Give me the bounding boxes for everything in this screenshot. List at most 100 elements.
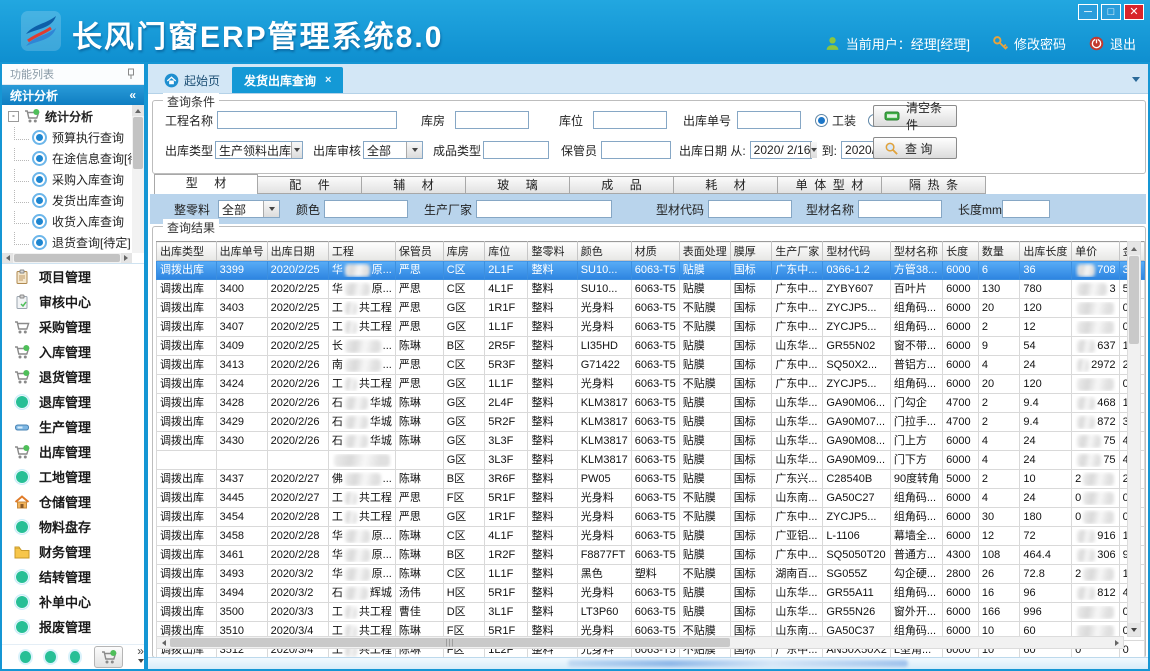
table-cell[interactable]: 门下方 [890, 451, 942, 470]
table-cell[interactable]: 广东兴... [772, 470, 823, 489]
audit-select[interactable]: 全部 [363, 141, 423, 159]
table-cell[interactable]: 3424 [216, 375, 267, 394]
table-row[interactable]: 调拨出库34242020/2/26工共工程严思G区1L1F整料光身料6063-T… [157, 375, 1145, 394]
table-cell[interactable]: 调拨出库 [157, 261, 217, 280]
table-cell[interactable]: 4L1F [485, 280, 528, 299]
table-cell[interactable]: 24 [1020, 432, 1072, 451]
table-cell[interactable]: 2R5F [485, 337, 528, 356]
table-cell[interactable]: 组角码... [890, 489, 942, 508]
table-cell[interactable]: 百叶片 [890, 280, 942, 299]
table-cell[interactable]: 5R2F [485, 413, 528, 432]
table-cell[interactable]: 调拨出库 [157, 337, 217, 356]
tab-home[interactable]: 起始页 [152, 67, 232, 93]
table-cell[interactable]: 调拨出库 [157, 603, 217, 622]
table-cell[interactable]: 3 [1072, 280, 1119, 299]
sidebar-item-5[interactable]: 退库管理 [2, 389, 144, 414]
table-cell[interactable]: 陈琳 [395, 413, 443, 432]
table-cell[interactable]: 整料 [528, 470, 577, 489]
table-cell[interactable] [1072, 375, 1119, 394]
table-cell[interactable]: SG055Z [823, 565, 891, 584]
date-from-select[interactable]: 2020/ 2/16 [750, 141, 812, 159]
table-cell[interactable]: SU10... [577, 261, 631, 280]
tab-shipment-query[interactable]: 发货出库查询 × [232, 67, 343, 93]
table-cell[interactable]: 75 [1072, 432, 1119, 451]
table-cell[interactable]: 光身料 [577, 489, 631, 508]
table-cell[interactable] [1072, 299, 1119, 318]
material-tab-5[interactable]: 耗 材 [674, 176, 778, 194]
table-cell[interactable] [267, 451, 328, 470]
table-cell[interactable]: G区 [443, 375, 485, 394]
table-cell[interactable]: 门勾企 [890, 394, 942, 413]
tree-hscrollbar[interactable] [2, 253, 132, 263]
change-password-button[interactable]: 修改密码 [992, 34, 1066, 53]
table-cell[interactable]: 华原... [328, 546, 395, 565]
table-cell[interactable]: 陈琳 [395, 565, 443, 584]
table-cell[interactable]: 组角码... [890, 299, 942, 318]
table-cell[interactable]: 工共工程 [328, 508, 395, 527]
table-row[interactable]: 调拨出库35002020/3/3工共工程曹佳D区3L1F整料LT3P606063… [157, 603, 1145, 622]
table-cell[interactable]: 国标 [730, 470, 772, 489]
table-cell[interactable]: 637 [1072, 337, 1119, 356]
table-cell[interactable]: 3429 [216, 413, 267, 432]
table-cell[interactable]: 石华城 [328, 432, 395, 451]
column-header[interactable]: 颜色 [577, 242, 631, 261]
table-cell[interactable]: 3458 [216, 527, 267, 546]
table-row[interactable]: 调拨出库34002020/2/25华原...严思C区4L1F整料SU10...6… [157, 280, 1145, 299]
table-cell[interactable]: 国标 [730, 261, 772, 280]
table-cell[interactable]: 3494 [216, 584, 267, 603]
table-cell[interactable]: 整料 [528, 565, 577, 584]
table-cell[interactable]: 916 [1072, 527, 1119, 546]
table-cell[interactable]: 6000 [943, 318, 979, 337]
table-cell[interactable]: 贴膜 [679, 603, 730, 622]
table-cell[interactable]: 6063-T5 [631, 280, 679, 299]
table-cell[interactable]: 120 [1020, 299, 1072, 318]
table-cell[interactable]: 国标 [730, 375, 772, 394]
table-cell[interactable]: 工共工程 [328, 375, 395, 394]
table-cell[interactable]: 5R1F [485, 584, 528, 603]
table-cell[interactable]: 1L1F [485, 375, 528, 394]
table-cell[interactable]: 3399 [216, 261, 267, 280]
table-cell[interactable]: 整料 [528, 375, 577, 394]
table-cell[interactable]: 山东华... [772, 337, 823, 356]
column-header[interactable]: 出库长度 [1020, 242, 1072, 261]
table-row[interactable]: 调拨出库34372020/2/27佛...陈琳B区3R6F整料PW056063-… [157, 470, 1145, 489]
table-cell[interactable]: 6063-T5 [631, 489, 679, 508]
table-cell[interactable]: H区 [443, 584, 485, 603]
table-cell[interactable]: 108 [978, 546, 1020, 565]
tree-root[interactable]: - 统计分析 [2, 105, 144, 127]
table-cell[interactable]: 2020/2/25 [267, 318, 328, 337]
sidebar-item-14[interactable]: 报废管理 [2, 614, 144, 639]
table-cell[interactable]: 5000 [943, 470, 979, 489]
table-cell[interactable]: D区 [443, 603, 485, 622]
table-cell[interactable] [216, 451, 267, 470]
table-cell[interactable]: 严思 [395, 299, 443, 318]
tree-item[interactable]: 收货入库查询 [2, 211, 144, 232]
tree-item[interactable]: 预算执行查询 [2, 127, 144, 148]
table-cell[interactable]: 国标 [730, 299, 772, 318]
table-cell[interactable]: 6000 [943, 451, 979, 470]
table-row[interactable]: 调拨出库34032020/2/25工共工程严思G区1R1F整料光身料6063-T… [157, 299, 1145, 318]
table-cell[interactable]: 国标 [730, 527, 772, 546]
table-cell[interactable]: 3500 [216, 603, 267, 622]
table-cell[interactable]: 贴膜 [679, 451, 730, 470]
table-cell[interactable]: 调拨出库 [157, 565, 217, 584]
table-cell[interactable]: 门拉手... [890, 413, 942, 432]
table-cell[interactable]: 陈琳 [395, 470, 443, 489]
table-cell[interactable]: G区 [443, 508, 485, 527]
table-cell[interactable]: 不贴膜 [679, 508, 730, 527]
table-cell[interactable]: 山东华... [772, 584, 823, 603]
table-row[interactable]: 调拨出库34452020/2/27工共工程严思F区5R1F整料光身料6063-T… [157, 489, 1145, 508]
table-cell[interactable]: C区 [443, 565, 485, 584]
table-cell[interactable]: 6000 [943, 337, 979, 356]
table-cell[interactable]: 整料 [528, 508, 577, 527]
table-cell[interactable]: 3R6F [485, 470, 528, 489]
table-cell[interactable]: 华原... [328, 280, 395, 299]
warehouse-input[interactable] [455, 111, 529, 129]
table-cell[interactable]: 整料 [528, 280, 577, 299]
table-cell[interactable]: 贴膜 [679, 584, 730, 603]
tree-item[interactable]: 采购入库查询 [2, 169, 144, 190]
table-cell[interactable]: ZYBY607 [823, 280, 891, 299]
material-tab-0[interactable]: 型 材 [154, 174, 258, 194]
table-cell[interactable]: 1L1F [485, 318, 528, 337]
table-cell[interactable]: 组角码... [890, 584, 942, 603]
